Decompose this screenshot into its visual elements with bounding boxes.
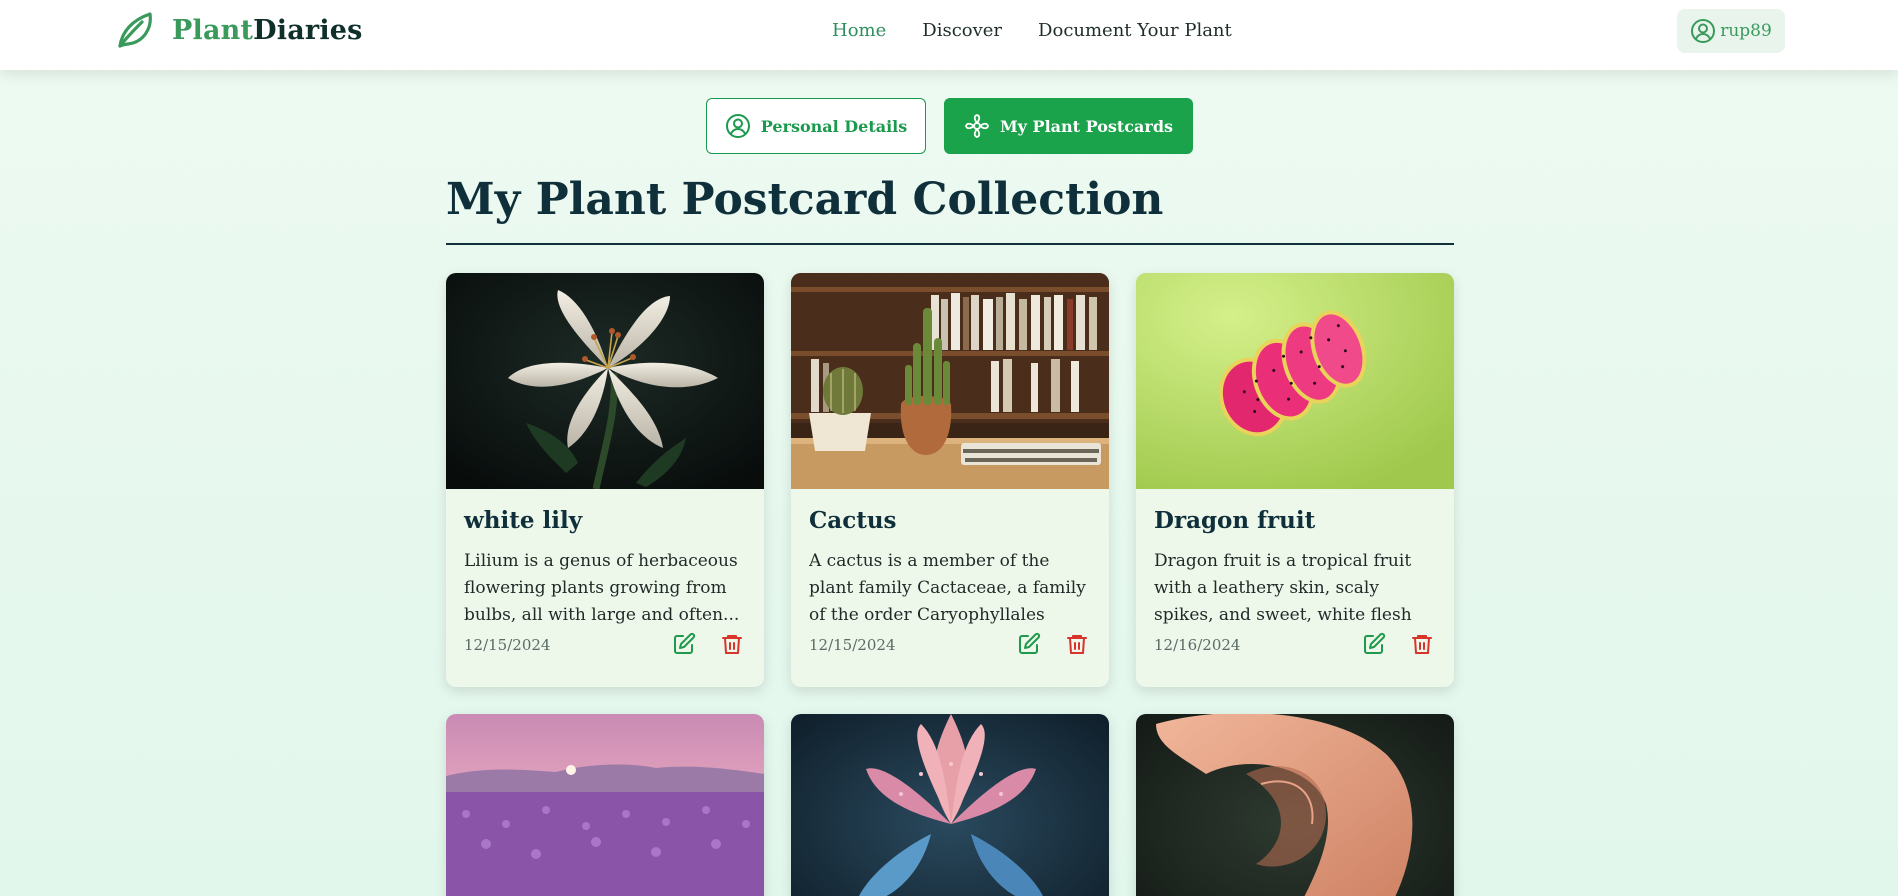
postcard-card[interactable]: Cactus A cactus is a member of the plant…: [791, 273, 1109, 687]
user-circle-icon: [725, 114, 750, 138]
brand-name: PlantDiaries: [172, 15, 363, 46]
postcard-description: Lilium is a genus of herbaceous flowerin…: [464, 551, 740, 625]
tab-personal-details[interactable]: Personal Details: [706, 98, 926, 154]
main-nav: Home Discover Document Your Plant: [832, 20, 1232, 41]
cactus-photo: [791, 273, 1109, 489]
trash-icon: [1067, 635, 1087, 654]
postcard-description: A cactus is a member of the plant family…: [809, 551, 1086, 625]
title-divider: [446, 243, 1454, 245]
brand-logo[interactable]: PlantDiaries: [112, 8, 363, 52]
brand-name-part2: Diaries: [253, 14, 363, 46]
postcard-description: Dragon fruit is a tropical fruit with a …: [1154, 551, 1412, 625]
dragon-fruit-photo: [1136, 273, 1454, 489]
postcard-body: white lily Lilium is a genus of herbaceo…: [446, 489, 764, 687]
postcard-title: Cactus: [809, 507, 897, 534]
postcard-title: white lily: [464, 507, 583, 534]
postcard-footer: 12/15/2024: [809, 632, 1091, 658]
delete-button[interactable]: [1065, 632, 1091, 658]
postcard-card[interactable]: [446, 714, 764, 896]
pink-flower-photo: [791, 714, 1109, 896]
delete-button[interactable]: [720, 632, 746, 658]
postcard-date: 12/15/2024: [809, 636, 896, 654]
calla-lily-photo: [1136, 714, 1454, 896]
postcard-card[interactable]: [1136, 714, 1454, 896]
user-menu-button[interactable]: rup89: [1677, 9, 1785, 53]
postcard-card[interactable]: [791, 714, 1109, 896]
postcard-body: Cactus A cactus is a member of the plant…: [791, 489, 1109, 687]
nav-discover[interactable]: Discover: [922, 20, 1002, 41]
tab-personal-details-label: Personal Details: [760, 116, 908, 136]
edit-icon: [1019, 632, 1041, 654]
postcard-title: Dragon fruit: [1154, 507, 1316, 534]
edit-button[interactable]: [672, 632, 698, 658]
postcard-card[interactable]: white lily Lilium is a genus of herbaceo…: [446, 273, 764, 687]
flower-icon: [965, 114, 989, 138]
postcard-date: 12/16/2024: [1154, 636, 1241, 654]
tab-my-plant-postcards-label: My Plant Postcards: [999, 116, 1174, 136]
page-title: My Plant Postcard Collection: [446, 174, 1164, 225]
edit-icon: [674, 632, 696, 654]
postcard-body: Dragon fruit Dragon fruit is a tropical …: [1136, 489, 1454, 687]
user-circle-icon: [1691, 19, 1716, 43]
nav-home[interactable]: Home: [832, 20, 886, 41]
edit-button[interactable]: [1017, 632, 1043, 658]
tab-my-plant-postcards[interactable]: My Plant Postcards: [944, 98, 1193, 154]
postcard-card[interactable]: Dragon fruit Dragon fruit is a tropical …: [1136, 273, 1454, 687]
lavender-field-photo: [446, 714, 764, 896]
edit-button[interactable]: [1362, 632, 1388, 658]
trash-icon: [722, 635, 742, 654]
nav-document-your-plant[interactable]: Document Your Plant: [1038, 20, 1232, 41]
edit-icon: [1364, 632, 1386, 654]
postcard-date: 12/15/2024: [464, 636, 551, 654]
top-navbar: PlantDiaries Home Discover Document Your…: [0, 0, 1898, 70]
trash-icon: [1412, 635, 1432, 654]
brand-name-part1: Plant: [172, 14, 254, 46]
leaf-icon: [118, 12, 152, 48]
postcard-footer: 12/16/2024: [1154, 632, 1436, 658]
username: rup89: [1720, 21, 1772, 41]
white-lily-photo: [446, 273, 764, 489]
postcard-footer: 12/15/2024: [464, 632, 746, 658]
delete-button[interactable]: [1410, 632, 1436, 658]
